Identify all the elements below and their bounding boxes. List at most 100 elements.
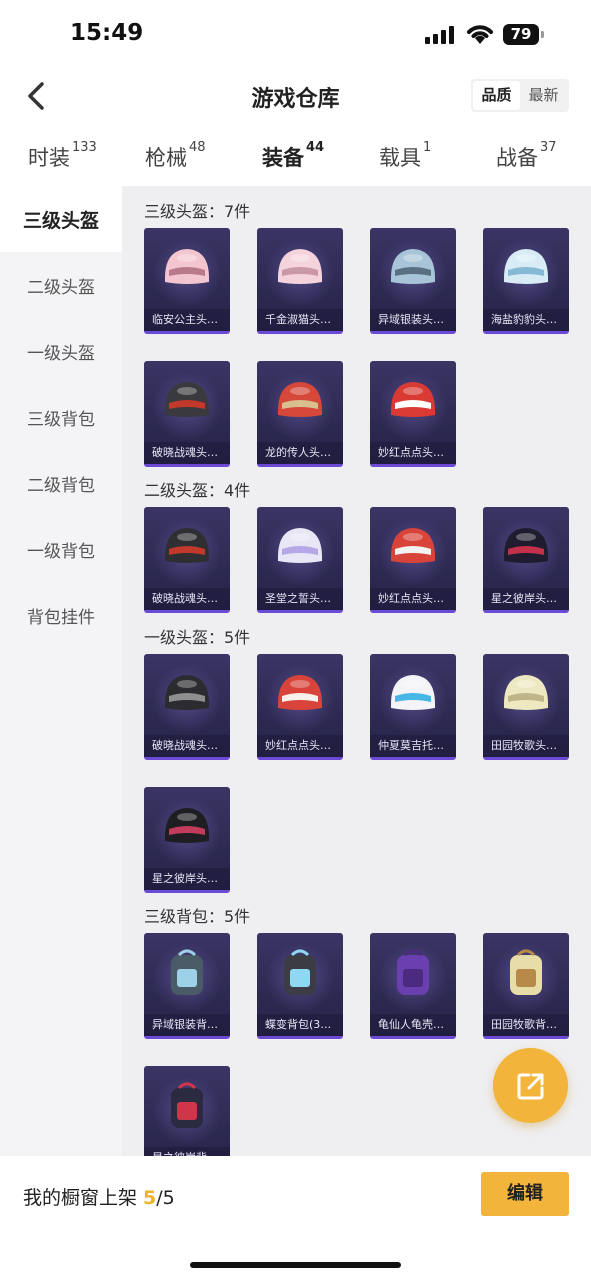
sidebar-item-level3-backpack[interactable]: 三级背包: [0, 384, 122, 450]
item-card[interactable]: 千金淑猫头…: [257, 228, 343, 334]
item-name: 千金淑猫头…: [257, 309, 343, 331]
item-card[interactable]: 异域银装背…: [144, 933, 230, 1039]
showcase-total: /5: [156, 1187, 175, 1209]
tab-label: 枪械: [145, 146, 187, 170]
sidebar-item-level1-helmet[interactable]: 一级头盔: [0, 318, 122, 384]
edit-button[interactable]: 编辑: [481, 1172, 569, 1216]
item-card[interactable]: 临安公主头…: [144, 228, 230, 334]
item-name: 破晓战魂头…: [144, 735, 230, 757]
helmet-icon: [504, 528, 548, 563]
item-card[interactable]: 星之彼岸头…: [483, 507, 569, 613]
item-name: 星之彼岸背…: [144, 1147, 230, 1156]
tab-count: 37: [540, 140, 557, 155]
home-indicator: [190, 1262, 401, 1268]
item-card[interactable]: 异域银装头…: [370, 228, 456, 334]
tab-guns[interactable]: 枪械 48: [145, 140, 206, 172]
item-name: 异域银装头…: [370, 309, 456, 331]
helmet-icon: [504, 249, 548, 284]
item-card[interactable]: 海盐豹豹头…: [483, 228, 569, 334]
tab-count: 48: [189, 140, 206, 155]
item-card[interactable]: 破晓战魂头…: [144, 654, 230, 760]
item-card[interactable]: 妙红点点头…: [370, 507, 456, 613]
item-name: 妙红点点头…: [257, 735, 343, 757]
sidebar-item-level3-helmet[interactable]: 三级头盔: [0, 186, 122, 252]
section-title: 二级头盔：4件: [144, 481, 251, 500]
sidebar-item-backpack-charm[interactable]: 背包挂件: [0, 582, 122, 648]
item-name: 圣堂之誓头…: [257, 588, 343, 610]
tab-vehicles[interactable]: 载具 1: [379, 140, 431, 172]
item-card[interactable]: 圣堂之誓头…: [257, 507, 343, 613]
helmet-icon: [278, 382, 322, 417]
showcase-bar: 我的橱窗上架 5/5 编辑: [0, 1156, 591, 1280]
helmet-icon: [278, 528, 322, 563]
item-card[interactable]: 妙红点点头…: [257, 654, 343, 760]
helmet-icon: [391, 249, 435, 284]
item-card[interactable]: 龙的传人头…: [257, 361, 343, 467]
signal-icon: [425, 26, 457, 44]
section-title: 一级头盔：5件: [144, 628, 251, 647]
sort-latest-button[interactable]: 最新: [520, 81, 567, 110]
showcase-label: 我的橱窗上架: [23, 1187, 144, 1209]
sidebar-item-level2-helmet[interactable]: 二级头盔: [0, 252, 122, 318]
tab-label: 时装: [28, 146, 70, 170]
item-name: 妙红点点头…: [370, 588, 456, 610]
item-card[interactable]: 田园牧歌头…: [483, 654, 569, 760]
nav-header: 游戏仓库 品质 最新: [0, 66, 591, 126]
sort-toggle: 品质 最新: [471, 79, 569, 112]
battery-icon: 79: [503, 24, 544, 45]
backpack-icon: [510, 949, 542, 995]
tab-fashion[interactable]: 时装 133: [28, 140, 97, 172]
sidebar-item-level2-backpack[interactable]: 二级背包: [0, 450, 122, 516]
tab-label: 装备: [262, 146, 304, 170]
helmet-icon: [165, 382, 209, 417]
helmet-icon: [278, 249, 322, 284]
helmet-icon: [165, 249, 209, 284]
item-name: 星之彼岸头…: [144, 868, 230, 890]
section-title: 三级背包：5件: [144, 907, 251, 926]
helmet-icon: [391, 675, 435, 710]
item-card[interactable]: 田园牧歌背…: [483, 933, 569, 1039]
tab-gear[interactable]: 战备 37: [496, 140, 557, 172]
share-button[interactable]: [493, 1048, 568, 1123]
item-card[interactable]: 破晓战魂头…: [144, 361, 230, 467]
item-name: 异域银装背…: [144, 1014, 230, 1036]
item-name: 仲夏莫吉托…: [370, 735, 456, 757]
item-card[interactable]: 妙红点点头…: [370, 361, 456, 467]
showcase-status: 我的橱窗上架 5/5: [23, 1183, 175, 1210]
backpack-icon: [171, 1082, 203, 1128]
item-card[interactable]: 星之彼岸背…: [144, 1066, 230, 1156]
item-name: 龙的传人头…: [257, 442, 343, 464]
tab-label: 战备: [496, 146, 538, 170]
item-card[interactable]: 星之彼岸头…: [144, 787, 230, 893]
backpack-icon: [397, 949, 429, 995]
item-name: 龟仙人龟壳…: [370, 1014, 456, 1036]
helmet-icon: [165, 808, 209, 843]
helmet-icon: [391, 528, 435, 563]
section-title: 三级头盔：7件: [144, 202, 251, 221]
item-card[interactable]: 蝶变背包(3…: [257, 933, 343, 1039]
helmet-icon: [165, 528, 209, 563]
item-card[interactable]: 破晓战魂头…: [144, 507, 230, 613]
item-name: 田园牧歌头…: [483, 735, 569, 757]
helmet-icon: [391, 382, 435, 417]
sidebar-item-level1-backpack[interactable]: 一级背包: [0, 516, 122, 582]
item-name: 田园牧歌背…: [483, 1014, 569, 1036]
backpack-icon: [284, 949, 316, 995]
showcase-count: 5: [143, 1187, 157, 1209]
external-link-icon: [517, 1073, 544, 1100]
tab-count: 44: [306, 140, 325, 155]
sort-quality-button[interactable]: 品质: [473, 81, 520, 110]
item-name: 星之彼岸头…: [483, 588, 569, 610]
status-time: 15:49: [70, 20, 144, 46]
helmet-icon: [278, 675, 322, 710]
status-bar: 15:49 79: [0, 0, 591, 66]
item-name: 破晓战魂头…: [144, 442, 230, 464]
item-card[interactable]: 仲夏莫吉托…: [370, 654, 456, 760]
item-name: 破晓战魂头…: [144, 588, 230, 610]
item-name: 蝶变背包(3…: [257, 1014, 343, 1036]
backpack-icon: [171, 949, 203, 995]
item-name: 临安公主头…: [144, 309, 230, 331]
tab-equipment[interactable]: 装备 44: [262, 140, 325, 194]
tab-label: 载具: [379, 146, 421, 170]
item-card[interactable]: 龟仙人龟壳…: [370, 933, 456, 1039]
